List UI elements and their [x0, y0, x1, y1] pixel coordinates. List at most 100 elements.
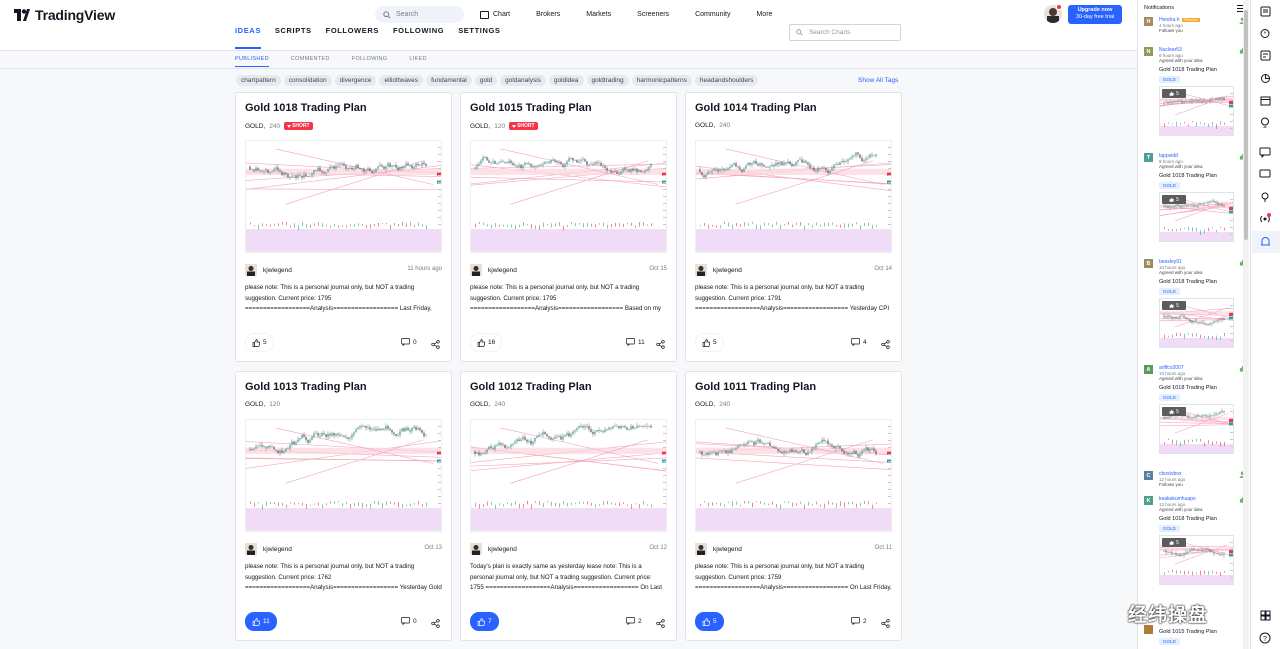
lightbulb-icon[interactable]: [1258, 116, 1272, 130]
idea-card[interactable]: Gold 1014 Trading Plan GOLD, 240 kjwlege…: [685, 92, 902, 362]
tag[interactable]: fundamental: [426, 75, 472, 86]
idea-author[interactable]: kjwlegend: [245, 264, 292, 276]
idea-card[interactable]: Gold 1018 Trading Plan GOLD, 240 SHORT k…: [235, 92, 452, 362]
tag[interactable]: chartpattern: [236, 75, 281, 86]
idea-symbol[interactable]: GOLD,: [470, 123, 490, 130]
idea-chart-preview[interactable]: [245, 419, 442, 532]
share-button[interactable]: [656, 338, 665, 352]
notification-symbol[interactable]: GOLD: [1159, 288, 1180, 295]
idea-card[interactable]: Gold 1013 Trading Plan GOLD, 120 kjwlege…: [235, 371, 452, 641]
comments-button[interactable]: 2: [851, 617, 867, 625]
notification-idea-title[interactable]: Gold 1018 Trading Plan: [1159, 385, 1217, 391]
idea-title[interactable]: Gold 1015 Trading Plan: [470, 102, 592, 114]
idea-card[interactable]: Gold 1011 Trading Plan GOLD, 240 kjwlege…: [685, 371, 902, 641]
help-icon[interactable]: ?: [1258, 631, 1272, 645]
tag[interactable]: consolidation: [283, 75, 332, 86]
idea-symbol[interactable]: GOLD,: [695, 401, 715, 408]
ideas-stream-icon[interactable]: [1258, 190, 1272, 204]
notification-symbol[interactable]: GOLD: [1159, 76, 1180, 83]
tab-settings[interactable]: SETTINGS: [458, 26, 500, 49]
notification-chart-preview[interactable]: 5: [1159, 298, 1234, 348]
idea-title[interactable]: Gold 1014 Trading Plan: [695, 102, 817, 114]
idea-chart-preview[interactable]: [470, 419, 667, 532]
notification-chart-preview[interactable]: 5: [1159, 535, 1234, 585]
comments-button[interactable]: 0: [401, 617, 417, 625]
subtab-commented[interactable]: COMMENTED: [291, 56, 330, 67]
share-button[interactable]: [881, 338, 890, 352]
author-name[interactable]: kjwlegend: [713, 546, 742, 553]
tradingview-logo[interactable]: TradingView: [14, 7, 115, 23]
share-button[interactable]: [431, 617, 440, 631]
subtab-published[interactable]: PUBLISHED: [235, 56, 269, 67]
nav-brokers[interactable]: Brokers: [536, 11, 560, 18]
subtab-following[interactable]: FOLLOWING: [352, 56, 388, 67]
nav-community[interactable]: Community: [695, 11, 730, 18]
notification-symbol[interactable]: GOLD: [1159, 182, 1180, 189]
notification-symbol[interactable]: GOLD: [1159, 525, 1180, 532]
broadcast-icon[interactable]: [1258, 212, 1272, 226]
idea-author[interactable]: kjwlegend: [470, 543, 517, 555]
idea-symbol[interactable]: GOLD,: [245, 401, 265, 408]
search-charts-input[interactable]: Search Charts: [789, 24, 901, 41]
notification-chart-preview[interactable]: 5: [1159, 404, 1234, 454]
tab-followers[interactable]: FOLLOWERS: [326, 26, 379, 49]
tag[interactable]: headandshoulders: [694, 75, 759, 86]
idea-author[interactable]: kjwlegend: [245, 543, 292, 555]
tab-following[interactable]: FOLLOWING: [393, 26, 444, 49]
comments-button[interactable]: 4: [851, 338, 867, 346]
idea-symbol[interactable]: GOLD,: [245, 123, 265, 130]
notification-idea-title[interactable]: Gold 1015 Trading Plan: [1159, 629, 1217, 635]
author-name[interactable]: kjwlegend: [488, 267, 517, 274]
alarm-clock-icon[interactable]: [1258, 26, 1272, 40]
notification-chart-preview[interactable]: 5: [1159, 86, 1234, 136]
idea-author[interactable]: kjwlegend: [695, 264, 742, 276]
subtab-liked[interactable]: LIKED: [409, 56, 426, 67]
idea-author[interactable]: kjwlegend: [695, 543, 742, 555]
notification-idea-title[interactable]: Gold 1018 Trading Plan: [1159, 173, 1217, 179]
like-button[interactable]: 16: [470, 333, 503, 352]
chat-icon[interactable]: [1258, 145, 1272, 159]
notification-idea-title[interactable]: Gold 1018 Trading Plan: [1159, 67, 1217, 73]
tag[interactable]: divergence: [334, 75, 377, 86]
messages-icon[interactable]: [1258, 167, 1272, 181]
share-button[interactable]: [431, 338, 440, 352]
like-button[interactable]: 5: [695, 612, 724, 631]
idea-title[interactable]: Gold 1013 Trading Plan: [245, 381, 367, 393]
show-all-tags-link[interactable]: Show All Tags: [858, 77, 898, 84]
idea-title[interactable]: Gold 1018 Trading Plan: [245, 102, 367, 114]
like-button[interactable]: 7: [470, 612, 499, 631]
idea-chart-preview[interactable]: [245, 140, 442, 253]
grid-icon[interactable]: [1258, 608, 1272, 622]
tag[interactable]: gold: [474, 75, 498, 86]
notification-idea-title[interactable]: Gold 1018 Trading Plan: [1159, 516, 1217, 522]
notification-symbol[interactable]: GOLD: [1159, 638, 1180, 645]
tag[interactable]: goldanalysis: [500, 75, 546, 86]
nav-markets[interactable]: Markets: [586, 11, 611, 18]
idea-author[interactable]: kjwlegend: [470, 264, 517, 276]
tag[interactable]: elliottwaves: [379, 75, 424, 86]
news-icon[interactable]: [1258, 48, 1272, 62]
idea-symbol[interactable]: GOLD,: [695, 122, 715, 129]
idea-title[interactable]: Gold 1012 Trading Plan: [470, 381, 592, 393]
watchlist-icon[interactable]: [1258, 4, 1272, 18]
notification-idea-title[interactable]: Gold 1018 Trading Plan: [1159, 279, 1217, 285]
scrollbar-thumb[interactable]: [1244, 10, 1248, 240]
author-name[interactable]: kjwlegend: [488, 546, 517, 553]
idea-chart-preview[interactable]: [470, 140, 667, 253]
idea-title[interactable]: Gold 1011 Trading Plan: [695, 381, 816, 393]
nav-chart[interactable]: Chart: [480, 10, 510, 19]
author-name[interactable]: kjwlegend: [713, 267, 742, 274]
pie-chart-icon[interactable]: [1258, 71, 1272, 85]
nav-more[interactable]: More: [756, 11, 772, 18]
like-button[interactable]: 5: [695, 333, 724, 352]
tab-scripts[interactable]: SCRIPTS: [275, 26, 312, 49]
tag[interactable]: goldtrading: [586, 75, 629, 86]
tab-ideas[interactable]: IDEAS: [235, 26, 261, 49]
idea-chart-preview[interactable]: [695, 419, 892, 532]
share-button[interactable]: [881, 617, 890, 631]
like-button[interactable]: 11: [245, 612, 277, 631]
share-button[interactable]: [656, 617, 665, 631]
idea-card[interactable]: Gold 1015 Trading Plan GOLD, 120 SHORT k…: [460, 92, 677, 362]
comments-button[interactable]: 11: [626, 338, 645, 346]
notification-symbol[interactable]: GOLD: [1159, 394, 1180, 401]
